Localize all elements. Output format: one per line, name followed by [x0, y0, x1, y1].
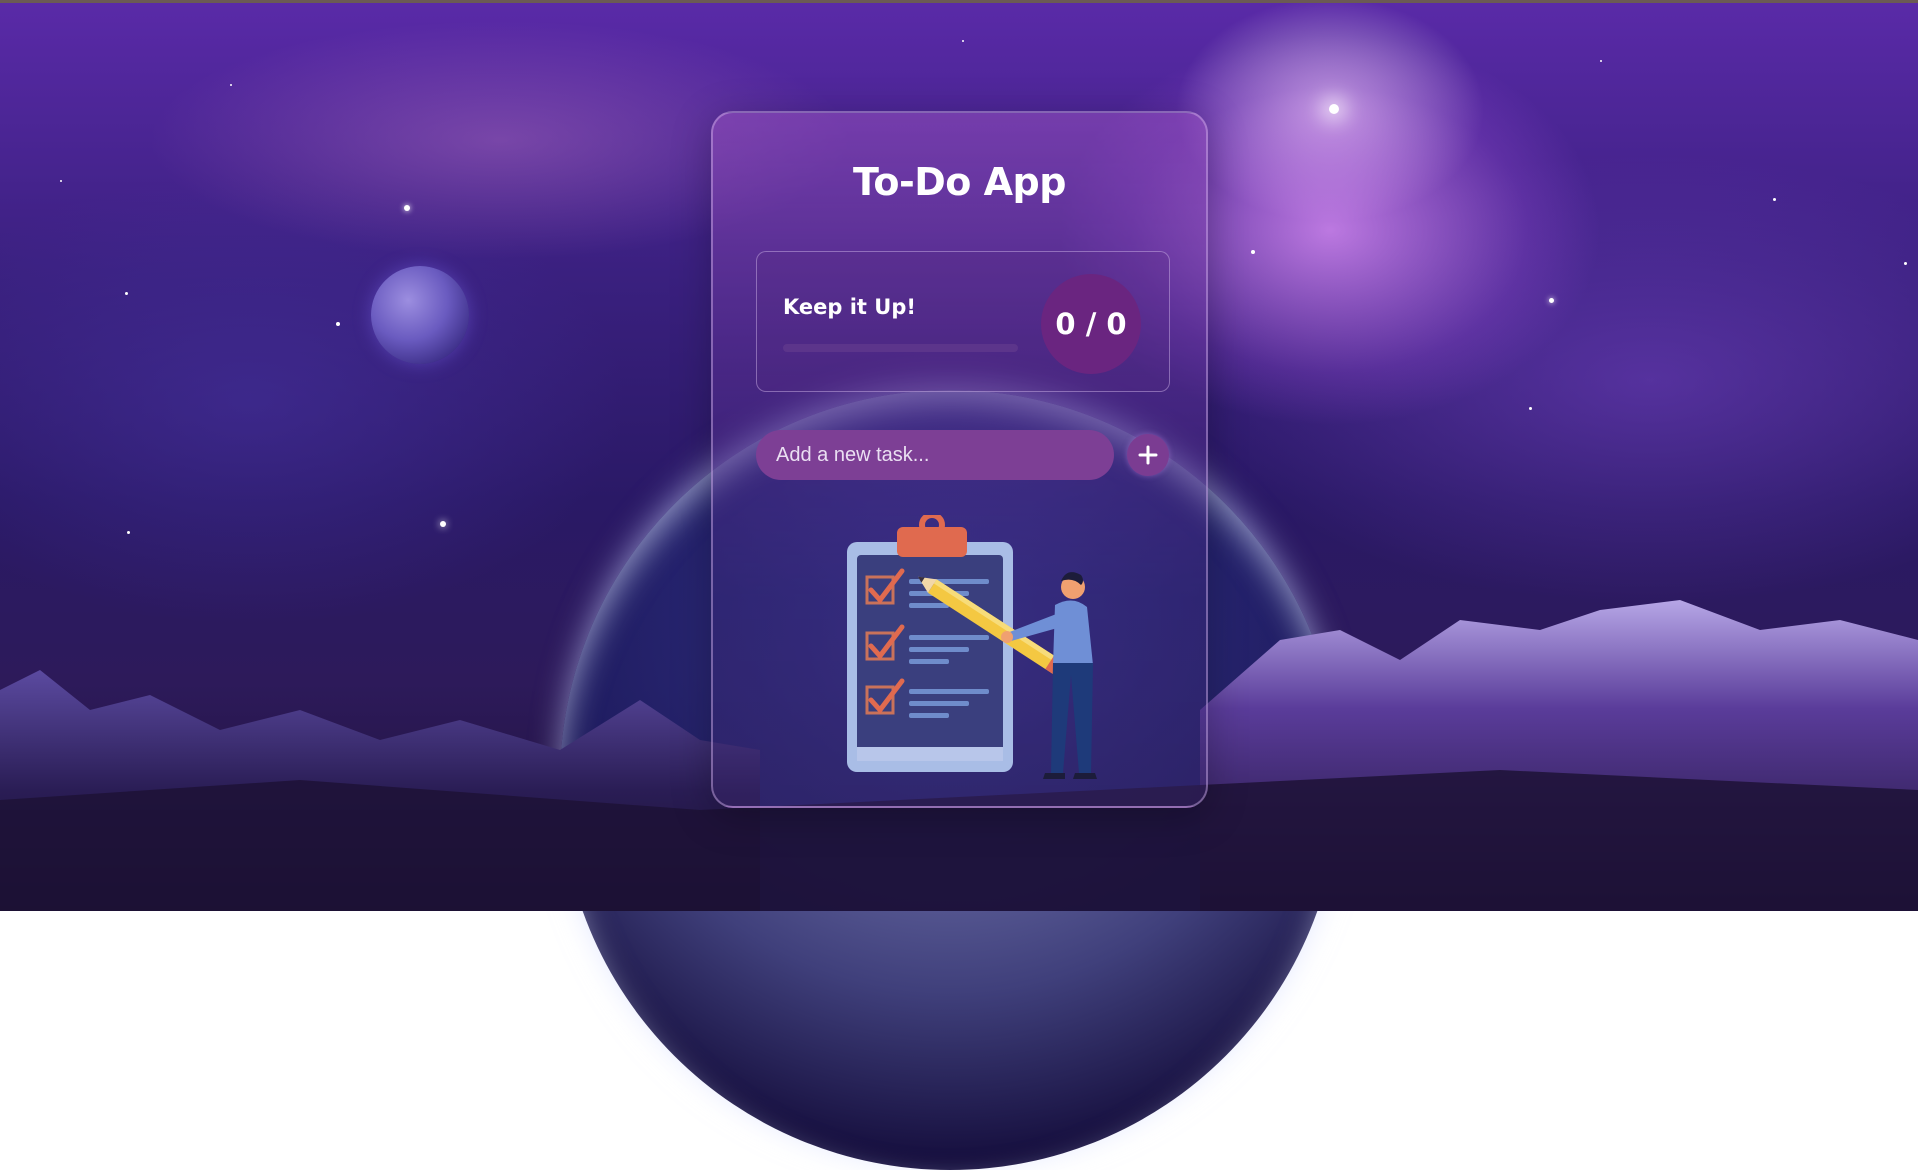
app-title: To-Do App [853, 160, 1066, 204]
window-top-border [0, 0, 1918, 3]
plus-icon [1138, 445, 1158, 465]
stats-message: Keep it Up! [783, 295, 916, 319]
add-task-button[interactable] [1127, 434, 1169, 476]
task-count-badge: 0 / 0 [1041, 274, 1141, 374]
progress-bar [783, 344, 1018, 352]
new-task-input[interactable] [756, 430, 1114, 480]
stats-panel: Keep it Up! 0 / 0 [756, 251, 1170, 392]
checklist-illustration [847, 515, 1097, 779]
moon [371, 266, 469, 364]
todo-card: To-Do App Keep it Up! 0 / 0 [711, 111, 1208, 808]
